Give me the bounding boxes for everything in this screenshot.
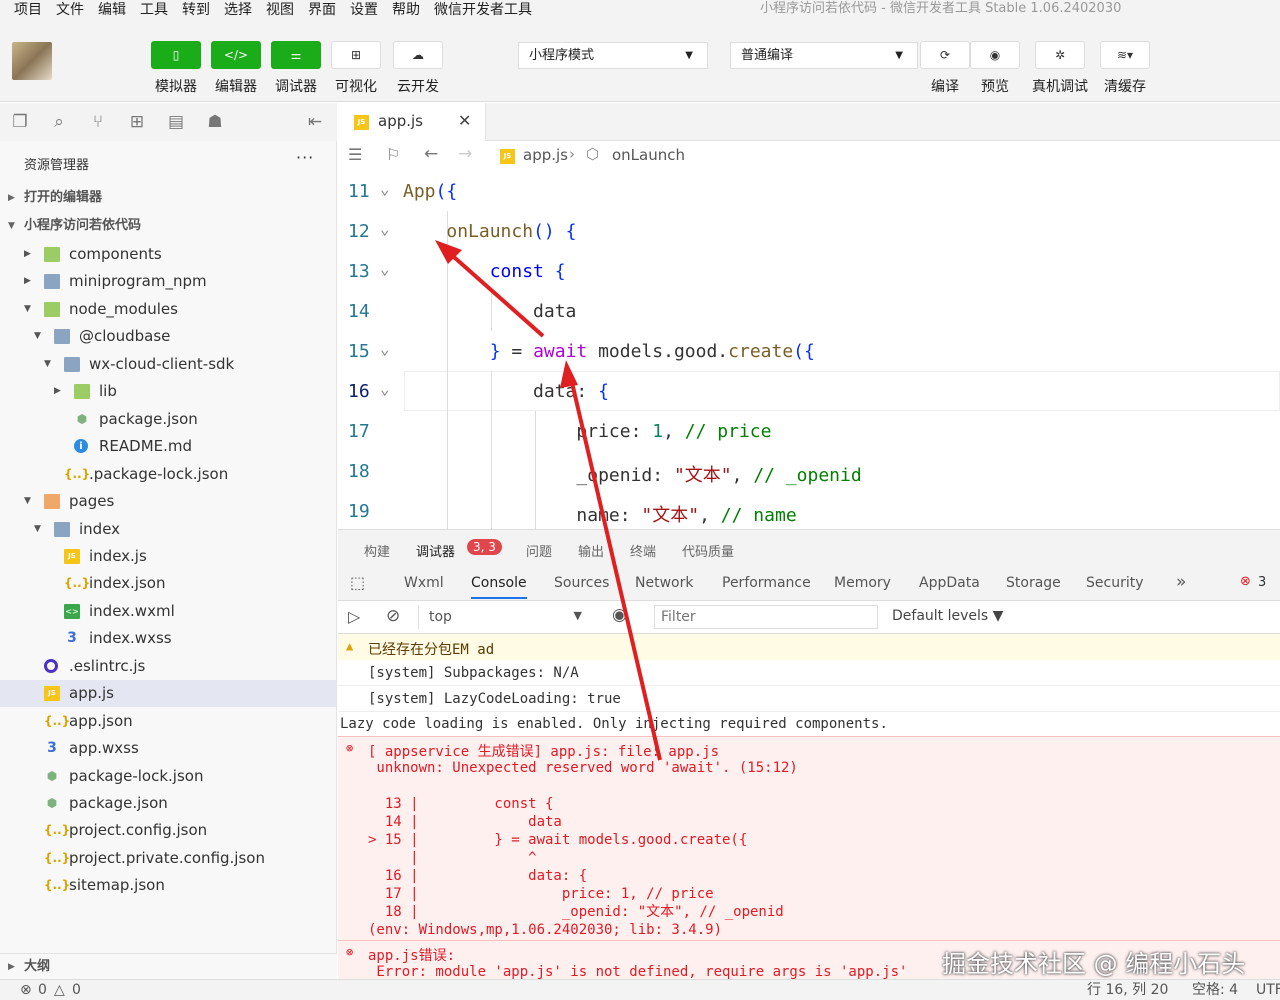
annotation-arrow-line (568, 373, 662, 761)
annotation-arrow-line (444, 248, 545, 338)
annotation-arrow-head (560, 360, 578, 388)
watermark: 掘金技术社区 @ 编程小石头 (942, 950, 1246, 978)
annotation-arrows (435, 240, 662, 761)
cursor-position[interactable]: 行 16, 列 20 (1087, 980, 1168, 1000)
warning-status-icon[interactable]: △ (54, 980, 65, 1000)
encoding[interactable]: UTF (1256, 980, 1280, 1000)
error-status-icon[interactable]: ⊗ (20, 980, 32, 1000)
indentation[interactable]: 空格: 4 (1192, 980, 1238, 1000)
status-bar: ⊗ 0 △ 0 行 16, 列 20 空格: 4 UTF (0, 979, 1280, 1000)
